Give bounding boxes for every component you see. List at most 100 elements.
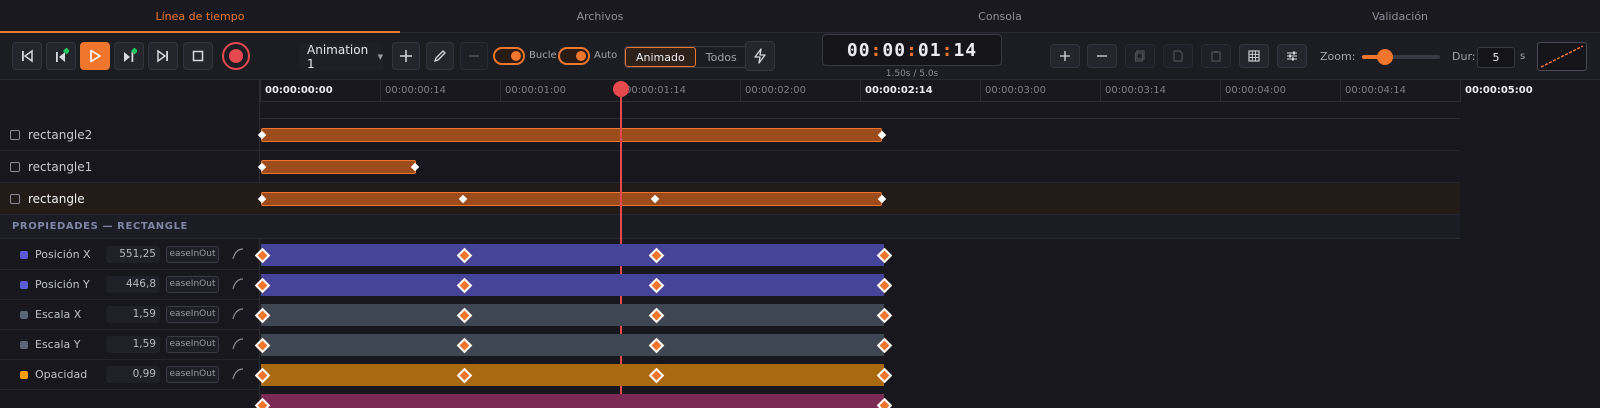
- ruler-tick-label: 00:00:01:00: [500, 80, 566, 102]
- stop-button[interactable]: [183, 42, 213, 70]
- curve-editor-icon[interactable]: [231, 367, 245, 381]
- layer-row-rectangle2[interactable]: rectangle2: [0, 119, 1460, 151]
- property-color-swatch: [20, 281, 28, 289]
- tab-files-label: Archivos: [576, 9, 624, 23]
- property-value-field[interactable]: 551,25: [106, 246, 160, 263]
- tab-files[interactable]: Archivos: [400, 0, 800, 32]
- layer-clip-bar[interactable]: [261, 160, 416, 174]
- layer-clip-bar[interactable]: [261, 192, 882, 206]
- add-keyframe-button[interactable]: [1050, 44, 1080, 68]
- panel-tabs: Línea de tiempo Archivos Consola Validac…: [0, 0, 1600, 33]
- loop-toggle[interactable]: [493, 47, 525, 65]
- duplicate-button[interactable]: [1163, 44, 1193, 68]
- remove-keyframe-button[interactable]: [1087, 44, 1117, 68]
- time-ruler[interactable]: 00:00:00:00 00:00:00:14 00:00:01:00 00:00:0…: [260, 80, 1533, 102]
- play-button[interactable]: [80, 42, 110, 70]
- next-keyframe-button[interactable]: [114, 42, 144, 70]
- layer-checkbox[interactable]: [10, 162, 20, 172]
- easing-curve-preview[interactable]: [1537, 42, 1587, 71]
- property-track[interactable]: [261, 244, 884, 266]
- timecode-display: 00:00:01:14: [822, 34, 1002, 66]
- skip-start-icon: [22, 49, 33, 63]
- layer-checkbox[interactable]: [10, 194, 20, 204]
- remove-animation-button[interactable]: [460, 42, 488, 70]
- record-button[interactable]: [222, 42, 250, 70]
- add-animation-button[interactable]: [392, 42, 420, 70]
- property-row[interactable]: Opacidad 0,99 easeInOut: [0, 360, 260, 390]
- layer-clip-bar[interactable]: [261, 128, 882, 142]
- loop-toggle-knob: [511, 51, 521, 61]
- property-name: Posición Y: [35, 278, 90, 291]
- tab-timeline[interactable]: Línea de tiempo: [0, 0, 400, 33]
- properties-section-header: PROPIEDADES — RECTANGLE: [0, 215, 1460, 239]
- property-track[interactable]: [261, 364, 884, 386]
- property-name: Posición X: [35, 248, 91, 261]
- property-track[interactable]: [261, 304, 884, 326]
- view-mode-segment: Animado Todos: [624, 46, 748, 68]
- easing-select[interactable]: easeInOut: [166, 276, 219, 293]
- copy-button[interactable]: [1125, 44, 1155, 68]
- play-icon: [90, 49, 101, 63]
- zoom-slider[interactable]: [1362, 49, 1440, 65]
- property-value-field[interactable]: 1,59: [106, 306, 160, 323]
- zoom-slider-thumb[interactable]: [1377, 49, 1394, 65]
- property-color-swatch: [20, 311, 28, 319]
- layer-row-rectangle[interactable]: rectangle: [0, 183, 1460, 215]
- property-track[interactable]: [261, 274, 884, 296]
- segment-all[interactable]: Todos: [696, 47, 747, 67]
- easing-select[interactable]: easeInOut: [166, 306, 219, 323]
- ruler-tick-label: 00:00:04:00: [1220, 80, 1286, 102]
- previous-keyframe-button[interactable]: [46, 42, 76, 70]
- timeline-toolbar: Animation 1 ▼ Bucle Auto Animado Todos 0…: [0, 33, 1600, 80]
- auto-toggle[interactable]: [558, 47, 590, 65]
- playhead-handle[interactable]: [613, 81, 629, 97]
- curve-editor-icon[interactable]: [231, 337, 245, 351]
- tab-validation[interactable]: Validación: [1200, 0, 1600, 32]
- clipboard-icon: [1211, 51, 1221, 62]
- animation-select[interactable]: Animation 1 ▼: [299, 43, 383, 71]
- paste-button[interactable]: [1201, 44, 1231, 68]
- layer-name-rectangle[interactable]: rectangle: [10, 183, 85, 215]
- settings-sliders-button[interactable]: [1277, 44, 1307, 68]
- property-value-field[interactable]: 0,99: [106, 366, 160, 383]
- property-row[interactable]: Escala X 1,59 easeInOut: [0, 300, 260, 330]
- layer-name-rectangle1[interactable]: rectangle1: [10, 151, 92, 183]
- grid-icon: [1248, 50, 1260, 62]
- easing-curve-icon: [1540, 45, 1584, 68]
- property-row[interactable]: Escala Y 1,59 easeInOut: [0, 330, 260, 360]
- layer-label: rectangle: [28, 192, 85, 206]
- layer-checkbox[interactable]: [10, 130, 20, 140]
- property-value-field[interactable]: 1,59: [106, 336, 160, 353]
- minus-icon: [1097, 55, 1107, 57]
- segment-animated[interactable]: Animado: [625, 47, 696, 67]
- timecode-seconds: 01: [917, 39, 942, 61]
- plus-icon: [1060, 51, 1070, 61]
- grid-button[interactable]: [1239, 44, 1269, 68]
- ruler-tick-label: 00:00:02:00: [740, 80, 806, 102]
- auto-label: Auto: [594, 50, 618, 61]
- curve-editor-icon[interactable]: [231, 247, 245, 261]
- property-value-field[interactable]: 446,8: [106, 276, 160, 293]
- curve-editor-icon[interactable]: [231, 307, 245, 321]
- property-track[interactable]: [261, 334, 884, 356]
- quick-actions-button[interactable]: [745, 41, 775, 71]
- layer-name-rectangle2[interactable]: rectangle2: [10, 119, 92, 151]
- curve-editor-icon[interactable]: [231, 277, 245, 291]
- go-to-start-button[interactable]: [12, 42, 42, 70]
- property-row[interactable]: Posición Y 446,8 easeInOut: [0, 270, 260, 300]
- easing-select[interactable]: easeInOut: [166, 246, 219, 263]
- layer-row-rectangle1[interactable]: rectangle1: [0, 151, 1460, 183]
- loop-label: Bucle: [529, 50, 557, 61]
- tab-validation-label: Validación: [1371, 9, 1429, 23]
- go-to-end-button[interactable]: [148, 42, 178, 70]
- property-row[interactable]: Posición X 551,25 easeInOut: [0, 240, 260, 270]
- property-track[interactable]: [261, 394, 884, 408]
- easing-select[interactable]: easeInOut: [166, 336, 219, 353]
- ruler-tick-label: 00:00:01:14: [620, 80, 686, 102]
- tab-console[interactable]: Consola: [800, 0, 1200, 32]
- duration-input[interactable]: [1477, 47, 1515, 68]
- edit-animation-button[interactable]: [426, 42, 454, 70]
- easing-select[interactable]: easeInOut: [166, 366, 219, 383]
- duration-unit: s: [1520, 51, 1526, 62]
- skip-end-icon: [157, 49, 168, 63]
